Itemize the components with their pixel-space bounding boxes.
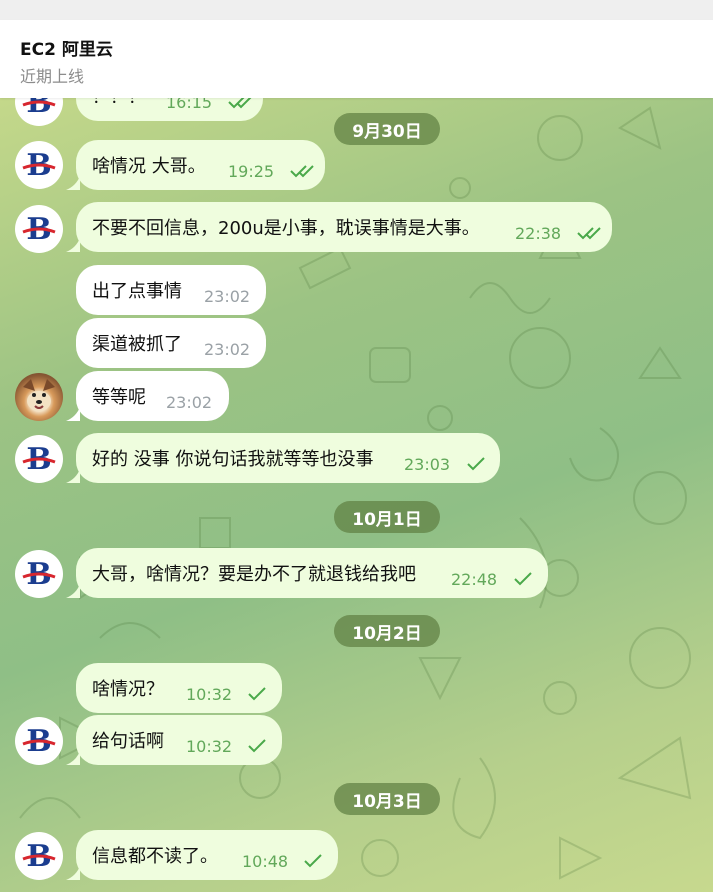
bubble-tail [66,407,80,421]
message-time: 23:02 [166,393,213,412]
bank-logo-icon: B [22,442,56,477]
date-separator: 10月1日 [334,501,440,533]
bubble-tail [66,238,80,252]
date-separator: 10月3日 [334,783,440,815]
message-text: 等等呢 [92,387,146,408]
avatar[interactable]: B [15,435,63,483]
check-icon [248,687,266,701]
message-bubble[interactable]: 啥情况 大哥。 19:25 [76,140,325,190]
message-text: ？？？ [92,98,146,109]
chat-header[interactable]: EC2 阿里云 近期上线 [0,20,713,98]
message-time: 23:03 [404,455,451,474]
bank-logo-icon: B [22,557,56,592]
message-text: 好的 没事 你说句话我就等等也没事 [92,449,374,470]
message-area[interactable]: B ？？？ 16:15 9月30日 B 啥情况 大哥。 19:25 B [0,98,713,892]
bubble-tail [66,751,80,765]
message-text: 大哥，啥情况？要是办不了就退钱给我吧 [92,564,416,585]
bubble-tail [66,469,80,483]
message-text: 信息都不读了。 [92,846,218,867]
message-bubble[interactable]: 不要不回信息，200u是小事，耽误事情是大事。 22:38 [76,202,612,252]
bubble-tail [66,176,80,190]
message-time: 16:15 [166,98,213,112]
message-time: 10:32 [186,737,233,756]
dog-avatar-icon [23,379,55,411]
message-text: 啥情况？ [92,679,164,700]
check-icon [304,854,322,868]
message-bubble[interactable]: 大哥，啥情况？要是办不了就退钱给我吧 22:48 [76,548,548,598]
avatar[interactable]: B [15,205,63,253]
check-icon [514,572,532,586]
bubble-tail [66,866,80,880]
message-bubble[interactable]: 啥情况？ 10:32 [76,663,282,713]
message-bubble[interactable]: 渠道被抓了 23:02 [76,318,266,368]
bank-logo-icon: B [22,724,56,759]
date-separator: 9月30日 [334,113,440,145]
check-icon [467,457,485,471]
message-bubble[interactable]: 等等呢 23:02 [76,371,229,421]
window-top-strip [0,0,713,20]
bank-logo-icon: B [22,148,56,183]
avatar[interactable] [15,373,63,421]
avatar[interactable]: B [15,832,63,880]
message-text: 出了点事情 [92,281,182,302]
message-text: 渠道被抓了 [92,334,182,355]
bubble-tail [66,584,80,598]
double-check-icon [577,227,601,240]
message-time: 10:48 [242,852,289,871]
message-time: 22:48 [451,570,498,589]
message-bubble[interactable]: 信息都不读了。 10:48 [76,830,338,880]
check-icon [248,739,266,753]
message-bubble[interactable]: 给句话啊 10:32 [76,715,282,765]
avatar[interactable]: B [15,717,63,765]
message-time: 23:02 [204,287,251,306]
date-separator: 10月2日 [334,615,440,647]
message-bubble[interactable]: 好的 没事 你说句话我就等等也没事 23:03 [76,433,500,483]
message-time: 23:02 [204,340,251,359]
message-text: 不要不回信息，200u是小事，耽误事情是大事。 [92,218,480,239]
message-text: 啥情况 大哥。 [92,156,206,177]
bank-logo-icon: B [22,839,56,874]
avatar[interactable]: B [15,141,63,189]
message-time: 22:38 [515,224,562,243]
message-text: 给句话啊 [92,731,164,752]
double-check-icon [228,98,252,109]
message-bubble[interactable]: ？？？ 16:15 [76,98,263,121]
message-time: 10:32 [186,685,233,704]
message-time: 19:25 [228,162,275,181]
double-check-icon [290,165,314,178]
message-bubble[interactable]: 出了点事情 23:02 [76,265,266,315]
chat-title[interactable]: EC2 阿里云 [20,35,113,60]
bank-logo-icon: B [22,212,56,247]
last-seen-status: 近期上线 [20,67,85,86]
avatar[interactable]: B [15,550,63,598]
